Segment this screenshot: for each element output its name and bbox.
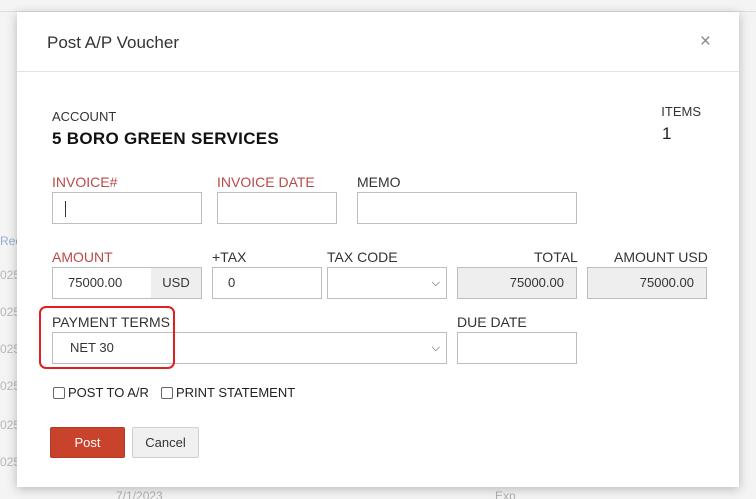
dialog-header: Post A/P Voucher ×: [17, 12, 739, 72]
invoice-date-label: INVOICE DATE: [217, 174, 315, 190]
payment-terms-highlight: [39, 306, 175, 369]
chevron-down-icon: ⌵: [431, 277, 440, 289]
amount-label: AMOUNT: [52, 249, 113, 265]
amount-usd-input: 75000.00: [587, 267, 707, 299]
post-button[interactable]: Post: [50, 427, 125, 458]
invoice-number-input[interactable]: [52, 192, 202, 224]
post-to-ar-checkbox[interactable]: [53, 386, 65, 399]
invoice-date-input[interactable]: [217, 192, 337, 224]
tax-label: +TAX: [212, 249, 247, 265]
dialog-title: Post A/P Voucher: [47, 33, 179, 52]
total-label: TOTAL: [534, 249, 578, 265]
post-to-ar-label: POST TO A/R: [68, 385, 149, 400]
memo-input[interactable]: [357, 192, 577, 224]
amount-input[interactable]: 75000.00: [52, 267, 152, 299]
print-statement-option[interactable]: PRINT STATEMENT: [161, 385, 295, 400]
memo-label: MEMO: [357, 174, 401, 190]
amount-usd-label: AMOUNT USD: [614, 249, 708, 265]
print-statement-checkbox[interactable]: [161, 386, 173, 399]
background-date: 7/1/2023: [116, 489, 163, 499]
print-statement-label: PRINT STATEMENT: [176, 385, 296, 400]
invoice-number-label: INVOICE#: [52, 174, 118, 190]
chevron-down-icon: ⌵: [431, 342, 440, 354]
tax-input[interactable]: 0: [212, 267, 322, 299]
cancel-button[interactable]: Cancel: [132, 427, 199, 458]
due-date-input[interactable]: [457, 332, 577, 364]
items-count: 1: [662, 124, 672, 143]
tax-code-label: TAX CODE: [327, 249, 398, 265]
post-ap-voucher-dialog: Post A/P Voucher × ACCOUNT 5 BORO GREEN …: [17, 12, 739, 487]
post-to-ar-option[interactable]: POST TO A/R: [53, 385, 149, 400]
background-column: Exp: [495, 489, 516, 499]
close-icon[interactable]: ×: [700, 32, 711, 52]
account-label: ACCOUNT: [52, 109, 117, 124]
due-date-label: DUE DATE: [457, 314, 527, 330]
account-name: 5 BORO GREEN SERVICES: [52, 129, 280, 148]
tax-code-select[interactable]: ⌵: [327, 267, 447, 299]
currency-addon: USD: [151, 267, 202, 299]
items-label: ITEMS: [661, 104, 701, 119]
total-input: 75000.00: [457, 267, 577, 299]
text-cursor: [65, 200, 66, 217]
